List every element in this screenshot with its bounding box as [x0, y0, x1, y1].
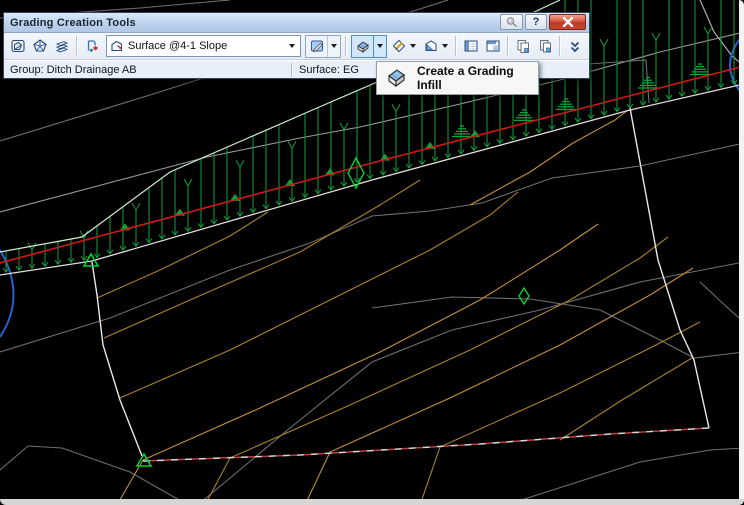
criteria-combo-value: Surface @4-1 Slope [128, 40, 289, 52]
create-grading-button[interactable] [352, 36, 373, 57]
pin-button[interactable] [500, 14, 523, 30]
grading-editor-button[interactable] [460, 36, 482, 57]
create-grading-group [351, 35, 387, 58]
frame-edge-right [739, 0, 744, 505]
grading-criteria-combo[interactable]: Surface @4-1 Slope [106, 35, 301, 57]
toolbar-separator [76, 36, 78, 56]
copy-grading-button[interactable] [512, 36, 534, 57]
grading-transition-icon [423, 38, 439, 54]
help-button[interactable]: ? [525, 14, 547, 30]
double-chevron-down-icon [567, 38, 583, 54]
create-transition-button[interactable] [420, 36, 442, 57]
help-icon: ? [533, 16, 540, 28]
toolbar-separator [345, 36, 347, 56]
toolbar-separator [559, 36, 561, 56]
grading-layers-button[interactable] [51, 36, 73, 57]
paste-grading-icon [537, 38, 553, 54]
grading-volume-tools-button[interactable] [482, 36, 504, 57]
grading-infill-icon [383, 66, 409, 90]
status-group: Group: Ditch Drainage AB [4, 64, 291, 76]
edit-pencil-icon [309, 38, 325, 54]
edit-grading-dropdown-arrow[interactable] [410, 44, 416, 48]
grading-infill-small-icon [355, 38, 371, 54]
titlebar[interactable]: Grading Creation Tools ? [4, 13, 589, 33]
grading-object-icon [10, 38, 26, 54]
grading-group-icon [32, 38, 48, 54]
layers-icon [54, 38, 70, 54]
pin-icon [505, 16, 519, 28]
create-grading-flyout: Create a Grading Infill [376, 61, 539, 95]
toolbar-separator [455, 36, 457, 56]
criteria-set-icon [84, 38, 100, 54]
edit-criteria-button[interactable] [306, 36, 327, 57]
grading-volume-grid-icon [485, 38, 501, 54]
grading-group-button[interactable] [29, 36, 51, 57]
create-grading-tool-button[interactable] [7, 36, 29, 57]
close-icon [562, 17, 574, 27]
window-title: Grading Creation Tools [4, 17, 136, 29]
create-grading-infill-item[interactable]: Create a Grading Infill [377, 62, 538, 94]
frame-edge-bottom [0, 499, 744, 505]
combo-dropdown-arrow[interactable] [289, 44, 295, 48]
paste-grading-button[interactable] [534, 36, 556, 57]
edit-criteria-group [305, 35, 341, 58]
copy-grading-icon [515, 38, 531, 54]
expand-toolbar-button[interactable] [564, 36, 586, 57]
edit-criteria-dropdown[interactable] [327, 36, 340, 57]
select-criteria-set-button[interactable] [81, 36, 103, 57]
grading-editor-grid-icon [463, 38, 479, 54]
edit-grading-icon [391, 38, 407, 54]
criteria-icon [109, 38, 126, 54]
civil3d-drawing-area: Grading Creation Tools ? [0, 0, 744, 505]
toolbar: Surface @4-1 Slope [4, 33, 589, 60]
create-grading-dropdown[interactable] [373, 36, 386, 57]
edit-grading-button[interactable] [388, 36, 410, 57]
toolbar-separator [507, 36, 509, 56]
flyout-item-label: Create a Grading Infill [417, 64, 538, 92]
close-button[interactable] [549, 14, 586, 30]
create-transition-dropdown-arrow[interactable] [442, 44, 448, 48]
